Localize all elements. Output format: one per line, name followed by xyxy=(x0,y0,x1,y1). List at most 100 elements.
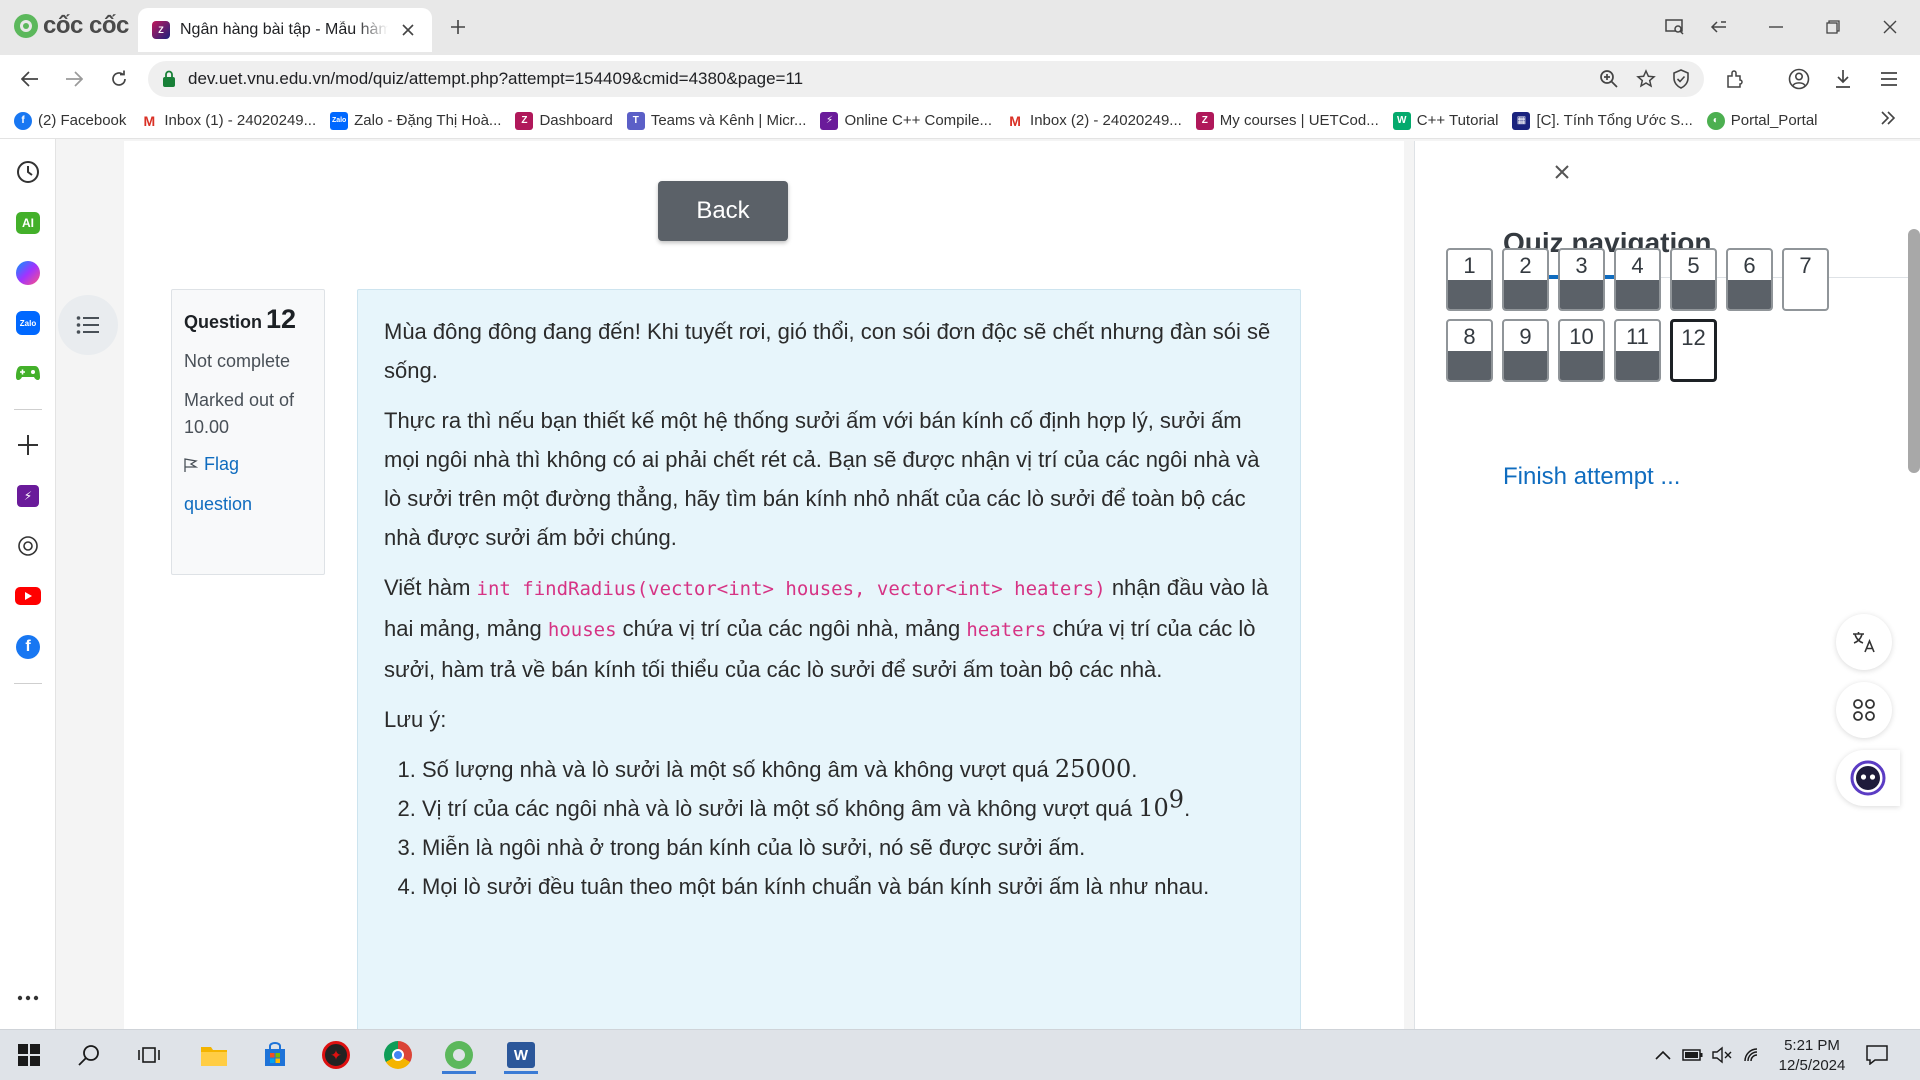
windows-start-icon[interactable] xyxy=(8,1036,50,1074)
tab-search-back-icon[interactable] xyxy=(1703,12,1735,42)
codeforces-icon: ▦ xyxy=(1512,111,1531,130)
browser-toolbar: dev.uet.vnu.edu.vn/mod/quiz/attempt.php?… xyxy=(0,55,1920,103)
bookmark-item[interactable]: M Inbox (2) - 24020249... xyxy=(1006,111,1182,130)
list-icon xyxy=(76,316,99,334)
facebook-icon[interactable]: f xyxy=(14,633,42,661)
bookmark-item[interactable]: Z My courses | UETCod... xyxy=(1195,111,1379,130)
bookmark-item[interactable]: M Inbox (1) - 24020249... xyxy=(140,111,316,130)
bookmark-item[interactable]: W C++ Tutorial xyxy=(1392,111,1498,130)
brand-name: cốc cốc xyxy=(43,12,129,39)
task-view-icon[interactable] xyxy=(128,1036,170,1074)
bookmark-item[interactable]: Zalo Zalo - Đặng Thị Hoà... xyxy=(330,111,501,130)
quiz-nav-button-9[interactable]: 9 xyxy=(1502,319,1549,382)
system-clock[interactable]: 5:21 PM 12/5/2024 xyxy=(1770,1036,1854,1076)
list-item: Miễn là ngôi nhà ở trong bán kính của lò… xyxy=(422,828,1274,867)
teams-icon: T xyxy=(626,111,645,130)
quiz-nav-button-6[interactable]: 6 xyxy=(1726,248,1773,311)
chevron-up-icon[interactable] xyxy=(1652,1044,1674,1066)
download-icon[interactable] xyxy=(1830,66,1856,92)
quiz-nav-button-5[interactable]: 5 xyxy=(1670,248,1717,311)
moodle-icon: Z xyxy=(515,111,534,130)
scrollbar-thumb[interactable] xyxy=(1908,229,1920,473)
screen-capture-icon[interactable] xyxy=(1659,12,1691,42)
facebook-icon: f xyxy=(14,111,32,130)
quiz-nav-button-7[interactable]: 7 xyxy=(1782,248,1829,311)
bookmark-star-icon[interactable] xyxy=(1635,68,1657,90)
word-icon[interactable]: W xyxy=(500,1036,542,1074)
list-item: Vị trí của các ngôi nhà và lò sưởi là mộ… xyxy=(422,788,1274,828)
quiz-nav-button-8[interactable]: 8 xyxy=(1446,319,1493,382)
quiz-nav-button-2[interactable]: 2 xyxy=(1502,248,1549,311)
flag-question-link[interactable]: Flag question xyxy=(184,444,312,524)
ai-chatbot-icon[interactable] xyxy=(1836,750,1900,806)
back-arrow-icon[interactable] xyxy=(17,66,43,92)
course-index-toggle[interactable] xyxy=(58,295,118,355)
volume-muted-icon[interactable] xyxy=(1712,1044,1734,1066)
extensions-icon[interactable] xyxy=(1722,66,1748,92)
shortcuts-icon[interactable] xyxy=(1836,682,1892,738)
search-icon[interactable] xyxy=(68,1036,110,1074)
question-number: Question 12 xyxy=(184,304,297,334)
bookmark-item[interactable]: f (2) Facebook xyxy=(14,111,126,130)
davinci-resolve-icon[interactable]: ✦ xyxy=(315,1036,357,1074)
game-controller-icon[interactable] xyxy=(14,359,42,387)
w3schools-icon: W xyxy=(1392,111,1411,130)
wifi-icon[interactable] xyxy=(1742,1044,1764,1066)
close-drawer-icon[interactable] xyxy=(1547,157,1577,187)
menu-icon[interactable] xyxy=(1876,66,1902,92)
secure-lock-icon[interactable] xyxy=(162,70,176,88)
profile-icon[interactable] xyxy=(1786,66,1812,92)
active-tab[interactable]: Z Ngân hàng bài tập - Mẫu hàm xyxy=(138,8,432,52)
quiz-nav-button-1[interactable]: 1 xyxy=(1446,248,1493,311)
more-options-icon[interactable] xyxy=(14,984,42,1012)
back-button[interactable]: Back xyxy=(658,181,788,241)
online-compiler-icon[interactable]: ⚡ xyxy=(14,482,42,510)
compiler-icon: ⚡ xyxy=(820,111,839,130)
new-tab-button[interactable] xyxy=(445,14,471,40)
microsoft-store-icon[interactable] xyxy=(254,1036,296,1074)
forward-arrow-icon[interactable] xyxy=(61,66,87,92)
question-info: Question 12 Not complete Marked out of 10… xyxy=(171,289,325,575)
chatgpt-icon[interactable] xyxy=(14,532,42,560)
shield-icon[interactable] xyxy=(1670,68,1692,90)
bookmark-item[interactable]: Z Dashboard xyxy=(515,111,613,130)
quiz-nav-button-12[interactable]: 12 xyxy=(1670,319,1717,382)
gmail-icon: M xyxy=(1006,111,1025,130)
bookmark-item[interactable]: ⚡ Online C++ Compile... xyxy=(820,111,992,130)
address-bar[interactable]: dev.uet.vnu.edu.vn/mod/quiz/attempt.php?… xyxy=(148,61,1704,97)
bookmark-item[interactable]: ◐ Portal_Portal xyxy=(1706,111,1818,130)
history-icon[interactable] xyxy=(14,158,42,186)
gmail-icon: M xyxy=(140,111,159,130)
minimize-icon[interactable] xyxy=(1760,12,1792,42)
answered-indicator xyxy=(1448,351,1491,380)
quiz-nav-button-11[interactable]: 11 xyxy=(1614,319,1661,382)
active-indicator xyxy=(504,1071,538,1074)
add-icon[interactable] xyxy=(14,431,42,459)
battery-icon[interactable] xyxy=(1682,1044,1704,1066)
messenger-icon[interactable] xyxy=(14,259,42,287)
ai-assistant-icon[interactable]: AI xyxy=(14,209,42,237)
notification-icon[interactable] xyxy=(1866,1044,1888,1066)
zoom-icon[interactable] xyxy=(1598,68,1620,90)
bookmark-item[interactable]: T Teams và Kênh | Micr... xyxy=(626,111,806,130)
bookmark-item[interactable]: ▦ [C]. Tính Tổng Ước S... xyxy=(1512,111,1693,130)
finish-attempt-link[interactable]: Finish attempt ... xyxy=(1503,463,1680,491)
clock-date: 12/5/2024 xyxy=(1778,1057,1846,1074)
reload-icon[interactable] xyxy=(106,66,132,92)
zalo-icon[interactable]: Zalo xyxy=(14,309,42,337)
tab-close-icon[interactable] xyxy=(398,20,418,40)
translate-icon[interactable] xyxy=(1836,614,1892,670)
browser-brand[interactable]: cốc cốc xyxy=(14,12,129,40)
quiz-nav-button-4[interactable]: 4 xyxy=(1614,248,1661,311)
chrome-icon[interactable] xyxy=(377,1036,419,1074)
coccoc-taskbar-icon[interactable] xyxy=(438,1036,480,1074)
file-explorer-icon[interactable] xyxy=(193,1036,235,1074)
quiz-nav-button-3[interactable]: 3 xyxy=(1558,248,1605,311)
quiz-nav-button-10[interactable]: 10 xyxy=(1558,319,1605,382)
answered-indicator xyxy=(1616,351,1659,380)
close-window-icon[interactable] xyxy=(1874,12,1906,42)
restore-icon[interactable] xyxy=(1817,12,1849,42)
portal-icon: ◐ xyxy=(1706,111,1725,130)
more-bookmarks-icon[interactable] xyxy=(1880,111,1896,125)
youtube-icon[interactable] xyxy=(14,582,42,610)
